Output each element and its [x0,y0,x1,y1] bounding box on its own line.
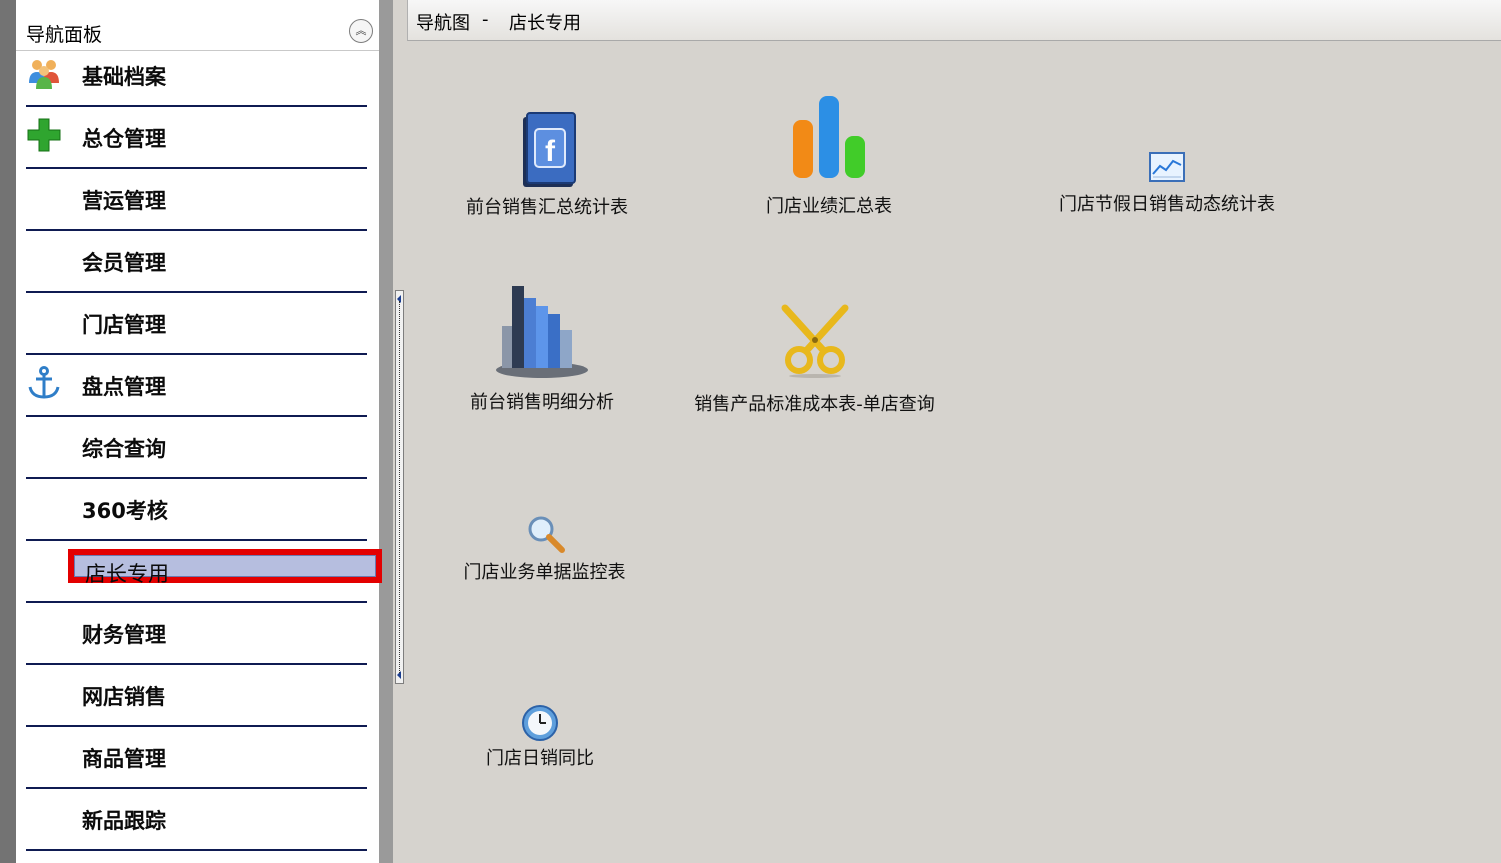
tile-front-sales-summary[interactable]: f 前台销售汇总统计表 [447,105,647,218]
nav-item-members[interactable]: 会员管理 [26,231,367,293]
breadcrumb: 导航图 - 店长专用 [407,0,1501,41]
panel-splitter[interactable] [393,0,407,863]
svg-text:f: f [545,135,556,168]
tile-holiday-sales-dynamics[interactable]: 门店节假日销售动态统计表 [1037,150,1297,215]
nav-item-warehouse[interactable]: 总仓管理 [26,107,367,169]
clock-icon [522,705,558,741]
tile-store-document-monitor[interactable]: 门店业务单据监控表 [447,512,642,584]
nav-item-label: 商品管理 [82,747,166,771]
nav-item-label: 新品跟踪 [82,809,166,833]
collapse-panel-button[interactable]: ︽ [349,19,373,43]
tile-store-daily-sales-yoy[interactable]: 门店日销同比 [465,702,615,772]
tile-label: 门店节假日销售动态统计表 [1059,194,1275,215]
nav-item-label: 360考核 [82,499,168,523]
tile-label: 门店业务单据监控表 [463,562,626,583]
nav-item-label: 总仓管理 [82,127,166,151]
nav-item-products[interactable]: 商品管理 [26,727,367,789]
bar-chart-icon [793,96,865,178]
nav-item-label: 基础档案 [82,65,166,89]
nav-item-label: 盘点管理 [82,375,166,399]
splitter-grip[interactable] [395,290,404,684]
breadcrumb-current: 店长专用 [509,13,581,34]
nav-item-finance[interactable]: 财务管理 [26,603,367,665]
nav-item-inventory-count[interactable]: 盘点管理 [26,355,367,417]
nav-item-360-review[interactable]: 360考核 [26,479,367,541]
nav-item-label: 综合查询 [82,437,166,461]
tile-label: 门店日销同比 [486,748,594,769]
magnifier-icon [528,516,565,553]
nav-item-operations[interactable]: 营运管理 [26,169,367,231]
nav-item-new-product-tracking[interactable]: 新品跟踪 [26,789,367,851]
tile-store-performance-summary[interactable]: 门店业绩汇总表 [729,90,929,217]
navigation-panel: 导航面板 ︽ 基础档案 总仓管理 营运管理 会员管理 门店管理 盘点管理 综合查… [0,0,393,863]
nav-item-online-sales[interactable]: 网店销售 [26,665,367,727]
users-icon [29,60,59,89]
breadcrumb-separator: - [482,9,489,30]
3d-bars-icon [496,286,588,378]
nav-panel-title: 导航面板 [26,24,103,46]
nav-item-label: 会员管理 [82,251,166,275]
tile-label: 前台销售明细分析 [470,392,614,413]
nav-item-label: 营运管理 [82,189,166,213]
tile-standard-cost-single-store[interactable]: 销售产品标准成本表-单店查询 [677,298,952,416]
nav-item-label: 财务管理 [82,623,166,647]
tile-front-sales-detail-analysis[interactable]: 前台销售明细分析 [447,282,637,413]
double-chevron-up-icon: ︽ [355,24,367,37]
anchor-icon [28,366,60,399]
nav-item-store-manager[interactable]: 店长专用 [26,541,382,603]
breadcrumb-prefix: 导航图 [416,13,470,34]
selected-item-background: 店长专用 [74,555,376,586]
green-plus-icon [27,118,61,152]
nav-item-general-query[interactable]: 综合查询 [26,417,367,479]
collapse-left-arrow-icon[interactable] [397,671,401,679]
tile-label: 前台销售汇总统计表 [466,197,628,218]
nav-item-label: 网店销售 [82,685,166,709]
tile-label: 门店业绩汇总表 [766,196,892,217]
collapse-left-arrow-icon[interactable] [397,295,401,303]
nav-item-label: 门店管理 [82,313,166,337]
selection-highlight: 店长专用 [68,549,382,586]
nav-item-label: 店长专用 [85,562,169,586]
main-workspace: 导航图 - 店长专用 f 前台销售汇总统计表 门店业绩汇总表 门店节假日销售动态… [407,0,1501,863]
blue-book-icon: f [523,112,576,187]
tile-label: 销售产品标准成本表-单店查询 [694,394,935,415]
line-chart-icon [1149,152,1185,182]
nav-item-basic-files[interactable]: 基础档案 [26,45,367,107]
scissors-icon [781,304,849,378]
nav-item-stores[interactable]: 门店管理 [26,293,367,355]
